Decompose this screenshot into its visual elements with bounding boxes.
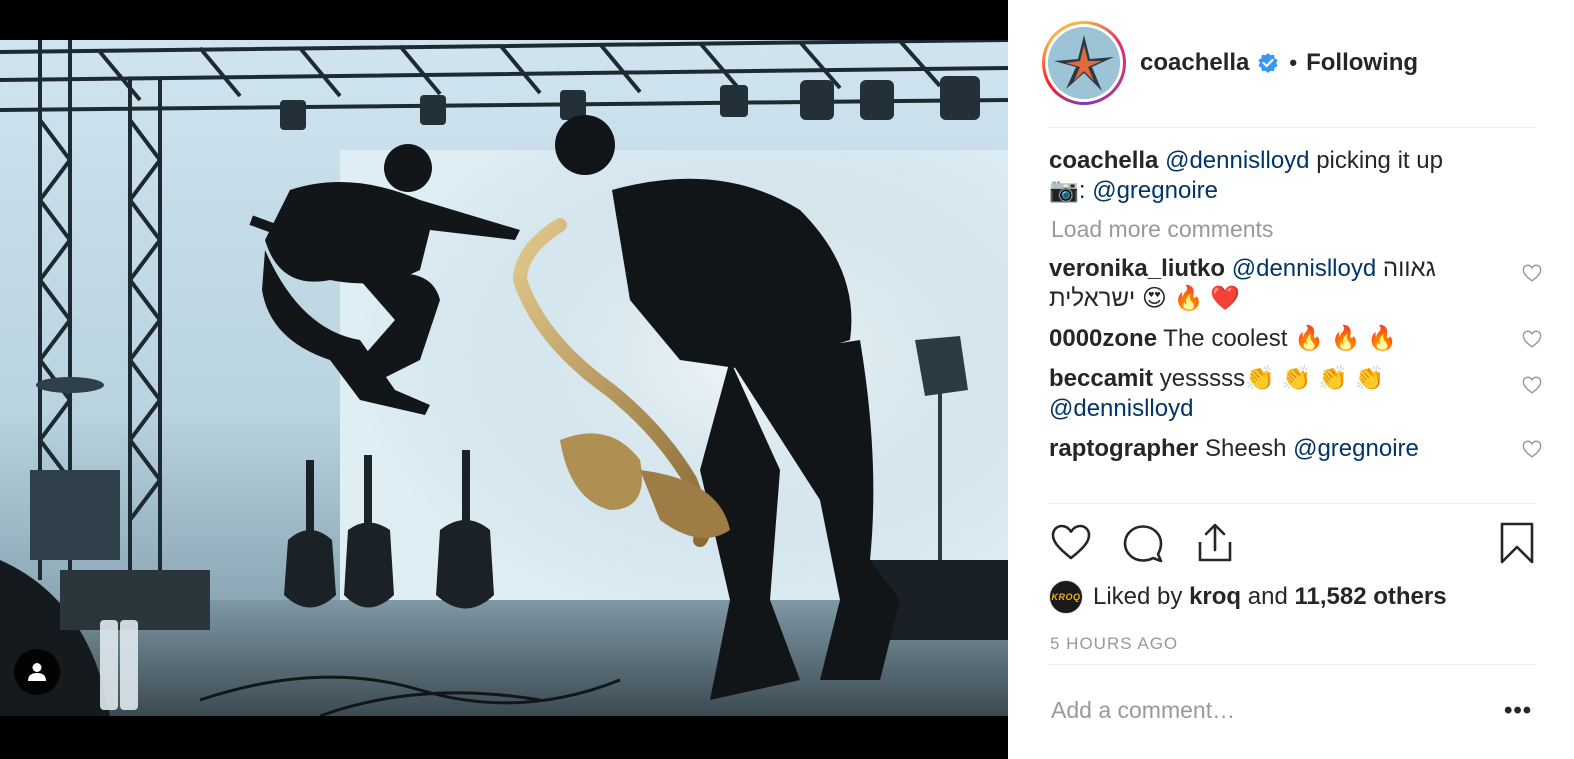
following-button[interactable]: Following xyxy=(1306,49,1418,77)
comment-item: 0000zone The coolest 🔥 🔥 🔥 xyxy=(1049,324,1542,354)
caption-mention[interactable]: @dennislloyd xyxy=(1165,147,1309,174)
comment-bubble-icon[interactable] xyxy=(1121,520,1165,566)
person-icon xyxy=(28,663,46,681)
post-username[interactable]: coachella xyxy=(1140,49,1249,77)
comment-text-line2: ישראלית 😍 🔥 ❤️ xyxy=(1049,285,1241,312)
comment-username[interactable]: beccamit xyxy=(1049,365,1153,392)
heart-outline-icon[interactable] xyxy=(1521,328,1543,350)
story-ring[interactable] xyxy=(1042,21,1126,105)
heart-icon[interactable] xyxy=(1049,520,1093,566)
caption-username[interactable]: coachella xyxy=(1049,147,1158,174)
post-side-panel: coachella • Following coachella @dennisl… xyxy=(1008,0,1574,759)
comment-mention[interactable]: @dennislloyd xyxy=(1049,395,1193,422)
comment-item: veronika_liutko @dennislloyd גאווה ישראל… xyxy=(1049,254,1542,314)
comment-text: גאווה xyxy=(1376,255,1436,282)
post-caption: coachella @dennislloyd picking it up 📷: … xyxy=(1049,146,1539,206)
likes-summary: KROQ Liked by kroq and 11,582 others xyxy=(1049,580,1447,614)
comment-username[interactable]: veronika_liutko xyxy=(1049,255,1225,282)
tagged-people-button[interactable] xyxy=(14,649,60,695)
caption-credit-mention[interactable]: @gregnoire xyxy=(1092,177,1218,204)
post-header: coachella • Following xyxy=(1042,20,1418,106)
comment-mention[interactable]: @gregnoire xyxy=(1293,435,1419,462)
comment-text: yesssss👏 👏 👏 👏 xyxy=(1153,365,1385,392)
comment-list: coachella @dennislloyd picking it up 📷: … xyxy=(1049,146,1542,474)
action-bar xyxy=(1049,520,1539,568)
more-options-button[interactable]: ••• xyxy=(1504,697,1532,725)
separator-dot: • xyxy=(1289,50,1298,75)
comment-text: Sheesh xyxy=(1198,435,1294,462)
header-divider xyxy=(1049,127,1535,128)
comment-item: raptographer Sheesh @gregnoire xyxy=(1049,434,1542,464)
share-icon[interactable] xyxy=(1193,520,1237,566)
bookmark-icon[interactable] xyxy=(1495,520,1539,566)
load-more-comments-button[interactable]: Load more comments xyxy=(1051,214,1539,244)
caption-credit-prefix: 📷: xyxy=(1049,177,1093,204)
heart-outline-icon[interactable] xyxy=(1521,438,1543,460)
comment-username[interactable]: 0000zone xyxy=(1049,325,1157,352)
comments-divider xyxy=(1049,503,1535,504)
caption-text: picking it up xyxy=(1309,147,1443,174)
heart-outline-icon[interactable] xyxy=(1521,374,1543,396)
liker-avatar[interactable]: KROQ xyxy=(1049,580,1083,614)
comment-username[interactable]: raptographer xyxy=(1049,435,1198,462)
media-pane xyxy=(0,0,1008,759)
likes-prefix: Liked by xyxy=(1093,583,1183,610)
footer-divider xyxy=(1049,664,1535,665)
coachella-logo-icon xyxy=(1048,27,1120,99)
comment-text: The coolest 🔥 🔥 🔥 xyxy=(1157,325,1398,352)
verified-badge-icon xyxy=(1258,53,1279,73)
likes-count-link[interactable]: 11,582 others xyxy=(1294,583,1446,611)
avatar[interactable] xyxy=(1048,27,1120,99)
liker-username[interactable]: kroq xyxy=(1189,583,1241,611)
post-photo[interactable] xyxy=(0,40,1008,716)
heart-outline-icon[interactable] xyxy=(1521,262,1543,284)
concert-stage-image xyxy=(0,40,1008,716)
kroq-logo-text: KROQ xyxy=(1051,592,1081,602)
likes-and: and xyxy=(1247,583,1288,610)
comment-item: beccamit yesssss👏 👏 👏 👏 @dennislloyd xyxy=(1049,364,1542,424)
add-comment-input[interactable]: Add a comment… xyxy=(1051,697,1235,724)
post-timestamp[interactable]: 5 HOURS AGO xyxy=(1050,634,1178,654)
comment-mention[interactable]: @dennislloyd xyxy=(1232,255,1376,282)
